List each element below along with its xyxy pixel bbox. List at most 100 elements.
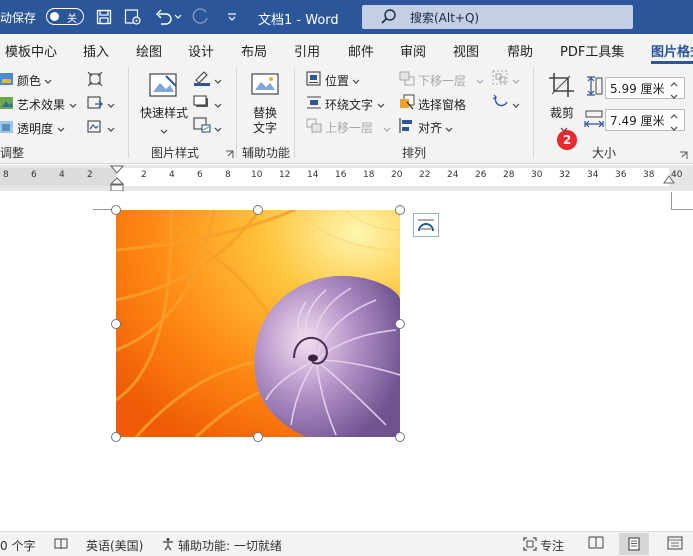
color-button[interactable]: 颜色 <box>17 72 41 89</box>
group-objects-icon[interactable] <box>492 70 510 89</box>
read-mode-icon[interactable] <box>588 536 604 553</box>
ruler-number: 34 <box>587 170 599 180</box>
ruler-number: 12 <box>279 170 291 180</box>
width-icon <box>584 110 604 131</box>
group-divider <box>294 68 295 158</box>
document-settings-icon[interactable] <box>123 7 143 27</box>
rotate-icon[interactable] <box>492 94 510 113</box>
tab-draw[interactable]: 绘图 <box>136 41 162 60</box>
tab-review[interactable]: 审阅 <box>400 41 426 60</box>
focus-mode-button[interactable]: 专注 <box>540 537 564 554</box>
customize-toolbar-icon[interactable] <box>222 7 242 27</box>
resize-handle-top[interactable] <box>253 205 263 215</box>
resize-handle-top-left[interactable] <box>111 205 121 215</box>
picture-layout-icon[interactable] <box>193 117 211 136</box>
bring-forward-button[interactable]: 上移一层 <box>325 119 373 136</box>
tab-references[interactable]: 引用 <box>294 41 320 60</box>
quick-styles-button[interactable]: 快速样式 <box>140 104 188 121</box>
tab-template-center[interactable]: 模板中心 <box>5 41 57 60</box>
ruler-number: 10 <box>251 170 263 180</box>
alt-text-line2[interactable]: 文字 <box>253 119 277 136</box>
margin-marker <box>671 209 693 210</box>
position-button[interactable]: 位置 <box>325 72 349 89</box>
chevron-down-icon <box>160 124 168 138</box>
tab-insert[interactable]: 插入 <box>83 41 109 60</box>
resize-handle-top-right[interactable] <box>395 205 405 215</box>
print-layout-button[interactable] <box>619 533 649 555</box>
ruler-number: 4 <box>169 170 175 180</box>
spin-up-icon[interactable] <box>670 108 678 122</box>
save-icon[interactable] <box>94 7 114 27</box>
spin-down-icon[interactable] <box>670 89 678 103</box>
color-icon <box>0 72 14 89</box>
picture-styles-group-label: 图片样式 <box>151 146 200 160</box>
word-count[interactable]: 0 个字 <box>0 537 35 554</box>
chevron-down-icon <box>107 122 115 136</box>
transparency-icon <box>0 120 14 137</box>
ruler-number: 14 <box>307 170 319 180</box>
resize-handle-right[interactable] <box>395 319 405 329</box>
send-backward-button[interactable]: 下移一层 <box>418 72 466 89</box>
tab-help[interactable]: 帮助 <box>507 41 533 60</box>
search-icon <box>380 8 398 29</box>
spin-up-icon[interactable] <box>670 76 678 90</box>
margin-marker <box>671 192 672 210</box>
tab-picture-format[interactable]: 图片格式 <box>651 41 693 60</box>
crop-icon <box>548 72 576 101</box>
proofing-book-icon[interactable] <box>54 538 68 553</box>
undo-icon[interactable] <box>154 7 174 27</box>
adjust-group-label: 调整 <box>0 146 25 160</box>
chevron-down-icon <box>44 74 52 88</box>
accessibility-icon[interactable] <box>161 537 175 554</box>
tab-mailings[interactable]: 邮件 <box>348 41 374 60</box>
transparency-button[interactable]: 透明度 <box>17 120 53 137</box>
picture-effects-icon[interactable] <box>193 94 211 113</box>
picture-border-icon[interactable] <box>193 70 211 89</box>
resize-handle-bottom-left[interactable] <box>111 432 121 442</box>
ruler-number: 40 <box>671 170 683 180</box>
ruler-number: 8 <box>225 170 231 180</box>
language-indicator[interactable]: 英语(美国) <box>86 537 143 554</box>
align-button[interactable]: 对齐 <box>418 119 442 136</box>
quick-styles-icon <box>148 72 180 105</box>
layout-options-icon <box>417 217 435 236</box>
tab-pdf-tools[interactable]: PDF工具集 <box>560 41 624 60</box>
autosave-toggle[interactable]: 关 <box>46 8 84 25</box>
chevron-down-icon <box>383 122 391 136</box>
chevron-down-icon <box>57 122 65 136</box>
redo-icon[interactable] <box>191 7 211 27</box>
accessibility-status[interactable]: 辅助功能: 一切就绪 <box>178 537 282 554</box>
tab-layout[interactable]: 布局 <box>241 41 267 60</box>
undo-dropdown-icon[interactable] <box>172 7 184 27</box>
ruler-number: 2 <box>87 170 93 180</box>
selection-pane-button[interactable]: 选择窗格 <box>418 96 466 113</box>
tab-view[interactable]: 视图 <box>453 41 479 60</box>
dialog-launcher-icon[interactable] <box>225 148 234 162</box>
web-layout-icon[interactable] <box>667 536 683 553</box>
ruler-number: 36 <box>615 170 627 180</box>
search-placeholder: 搜索(Alt+Q) <box>410 11 480 25</box>
wrap-text-button[interactable]: 环绕文字 <box>325 96 373 113</box>
reset-picture-icon[interactable] <box>87 119 103 138</box>
layout-options-button[interactable] <box>413 213 439 237</box>
ruler-number: 6 <box>197 170 203 180</box>
art-effects-button[interactable]: 艺术效果 <box>17 96 65 113</box>
chevron-down-icon <box>377 98 385 112</box>
resize-handle-left[interactable] <box>111 319 121 329</box>
chevron-down-icon <box>69 98 77 112</box>
autosave-label: 自动保存 <box>0 11 37 25</box>
ruler-number: 16 <box>335 170 347 180</box>
dialog-launcher-icon[interactable] <box>679 149 688 163</box>
tab-design[interactable]: 设计 <box>188 41 214 60</box>
resize-handle-bottom-right[interactable] <box>395 432 405 442</box>
spin-down-icon[interactable] <box>670 121 678 135</box>
search-box[interactable]: 搜索(Alt+Q) <box>362 5 633 29</box>
focus-icon[interactable] <box>523 537 537 554</box>
ruler-number: 2 <box>141 170 147 180</box>
nautilus-shell-image[interactable] <box>116 210 400 437</box>
change-picture-icon[interactable] <box>87 95 103 114</box>
compress-pictures-icon[interactable] <box>87 71 103 90</box>
resize-handle-bottom[interactable] <box>253 432 263 442</box>
crop-button[interactable]: 裁剪 <box>550 104 574 121</box>
chevron-down-icon <box>512 74 520 88</box>
